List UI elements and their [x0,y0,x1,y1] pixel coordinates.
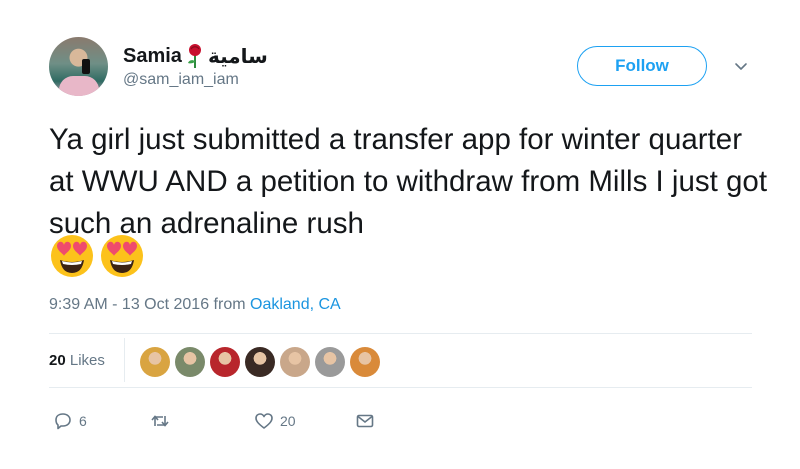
like-button[interactable]: 20 [254,411,296,431]
retweet-icon [151,415,169,427]
envelope-icon [356,414,374,428]
chevron-down-icon[interactable] [733,58,749,74]
liker-avatar[interactable] [245,347,275,377]
likes-count-number: 20 [49,352,66,369]
tweet-text: Ya girl just submitted a transfer app fo… [49,123,768,240]
avatar-shirt [59,76,99,96]
liker-avatar[interactable] [350,347,380,377]
likes-count[interactable]: 20 Likes [49,352,105,369]
likes-separator [124,338,125,382]
direct-message-button[interactable] [355,411,375,431]
liker-avatar[interactable] [175,347,205,377]
liker-avatar[interactable] [280,347,310,377]
tweet-meta: 9:39 AM - 13 Oct 2016 from Oakland, CA [49,296,341,314]
liker-avatar[interactable] [140,347,170,377]
likes-count-label: Likes [69,352,105,369]
place-link[interactable]: Oakland, CA [250,296,341,313]
reply-button[interactable]: 6 [53,411,87,431]
heart-eyes-emoji-icon [101,235,143,277]
avatar[interactable] [49,37,108,96]
reply-count: 6 [79,413,87,429]
liker-avatar[interactable] [210,347,240,377]
avatar-phone [82,59,90,74]
timestamp[interactable]: 9:39 AM - 13 Oct 2016 [49,296,209,313]
divider-bottom [49,387,752,388]
emoji-row [49,233,145,279]
rose-icon [187,44,201,68]
retweet-button[interactable] [150,411,176,431]
heart-icon [255,413,273,429]
display-name[interactable]: Samia سامية [123,43,268,69]
from-word: from [213,296,246,313]
display-name-arabic: سامية [207,44,268,68]
like-count: 20 [280,413,296,429]
display-name-text: Samia [123,44,182,67]
liker-avatar[interactable] [315,347,345,377]
tweet-actions: 6 20 [49,405,449,439]
likes-stats: 20 Likes [49,334,752,386]
heart-eyes-emoji-icon [51,235,93,277]
follow-button[interactable]: Follow [577,46,707,86]
reply-icon [55,413,71,430]
user-handle[interactable]: @sam_iam_iam [123,71,239,89]
liker-avatars [140,347,380,377]
